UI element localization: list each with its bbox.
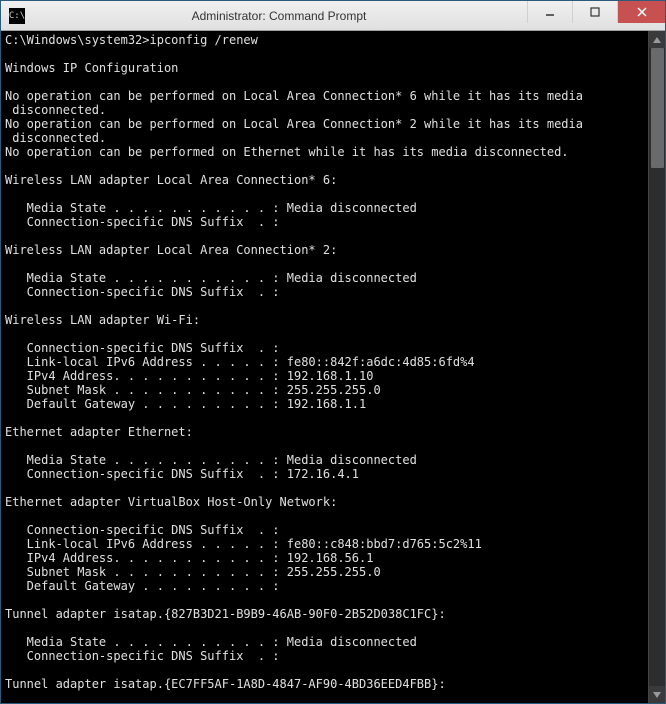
chevron-up-icon [653,37,661,43]
scroll-thumb[interactable] [651,48,664,168]
chevron-down-icon [653,692,661,698]
window-title: Administrator: Command Prompt [31,9,527,23]
close-button[interactable] [617,1,665,23]
output-line: Media State . . . . . . . . . . . : Medi… [5,271,417,285]
command-prompt-window: C:\ Administrator: Command Prompt C:\Win… [0,0,666,704]
maximize-button[interactable] [572,1,617,23]
terminal-area: C:\Windows\system32>ipconfig /renew Wind… [1,31,665,703]
output-line: No operation can be performed on Local A… [5,89,583,103]
output-line: Subnet Mask . . . . . . . . . . . : 255.… [5,565,381,579]
section-header: Tunnel adapter isatap.{827B3D21-B9B9-46A… [5,607,446,621]
output-line: Connection-specific DNS Suffix . : [5,649,280,663]
output-line: Connection-specific DNS Suffix . : [5,341,280,355]
scroll-down-button[interactable] [649,686,665,703]
output-line: No operation can be performed on Etherne… [5,145,569,159]
close-icon [637,7,647,17]
section-header: Wireless LAN adapter Local Area Connecti… [5,243,337,257]
output-line: Media State . . . . . . . . . . . : Medi… [5,453,417,467]
output-line: Media State . . . . . . . . . . . : Medi… [5,201,417,215]
output-line: Default Gateway . . . . . . . . . : 192.… [5,397,366,411]
scroll-up-button[interactable] [649,31,665,48]
section-header: Ethernet adapter Ethernet: [5,425,193,439]
output-line: No operation can be performed on Local A… [5,117,583,131]
section-header: Wireless LAN adapter Local Area Connecti… [5,173,337,187]
output-line: Link-local IPv6 Address . . . . . : fe80… [5,537,482,551]
output-line: IPv4 Address. . . . . . . . . . . : 192.… [5,369,373,383]
output-line: Windows IP Configuration [5,61,178,75]
section-header: Ethernet adapter VirtualBox Host-Only Ne… [5,495,337,509]
output-line: Subnet Mask . . . . . . . . . . . : 255.… [5,383,381,397]
maximize-icon [590,7,600,17]
titlebar[interactable]: C:\ Administrator: Command Prompt [1,1,665,31]
output-line: Connection-specific DNS Suffix . : [5,523,280,537]
section-header: Wireless LAN adapter Wi-Fi: [5,313,200,327]
vertical-scrollbar[interactable] [648,31,665,703]
window-controls [527,1,665,30]
output-line: Default Gateway . . . . . . . . . : [5,579,280,593]
output-line: disconnected. [5,131,106,145]
minimize-button[interactable] [527,1,572,23]
output-line: IPv4 Address. . . . . . . . . . . : 192.… [5,551,373,565]
section-header: Tunnel adapter isatap.{EC7FF5AF-1A8D-484… [5,677,446,691]
output-line: Connection-specific DNS Suffix . : 172.1… [5,467,359,481]
minimize-icon [545,7,555,17]
output-line: Media State . . . . . . . . . . . : Medi… [5,635,417,649]
prompt-line: C:\Windows\system32>ipconfig /renew [5,33,258,47]
output-line: disconnected. [5,103,106,117]
terminal-output[interactable]: C:\Windows\system32>ipconfig /renew Wind… [1,31,648,703]
output-line: Link-local IPv6 Address . . . . . : fe80… [5,355,475,369]
output-line: Connection-specific DNS Suffix . : [5,215,280,229]
output-line: Connection-specific DNS Suffix . : [5,285,280,299]
cmd-icon: C:\ [9,8,25,24]
